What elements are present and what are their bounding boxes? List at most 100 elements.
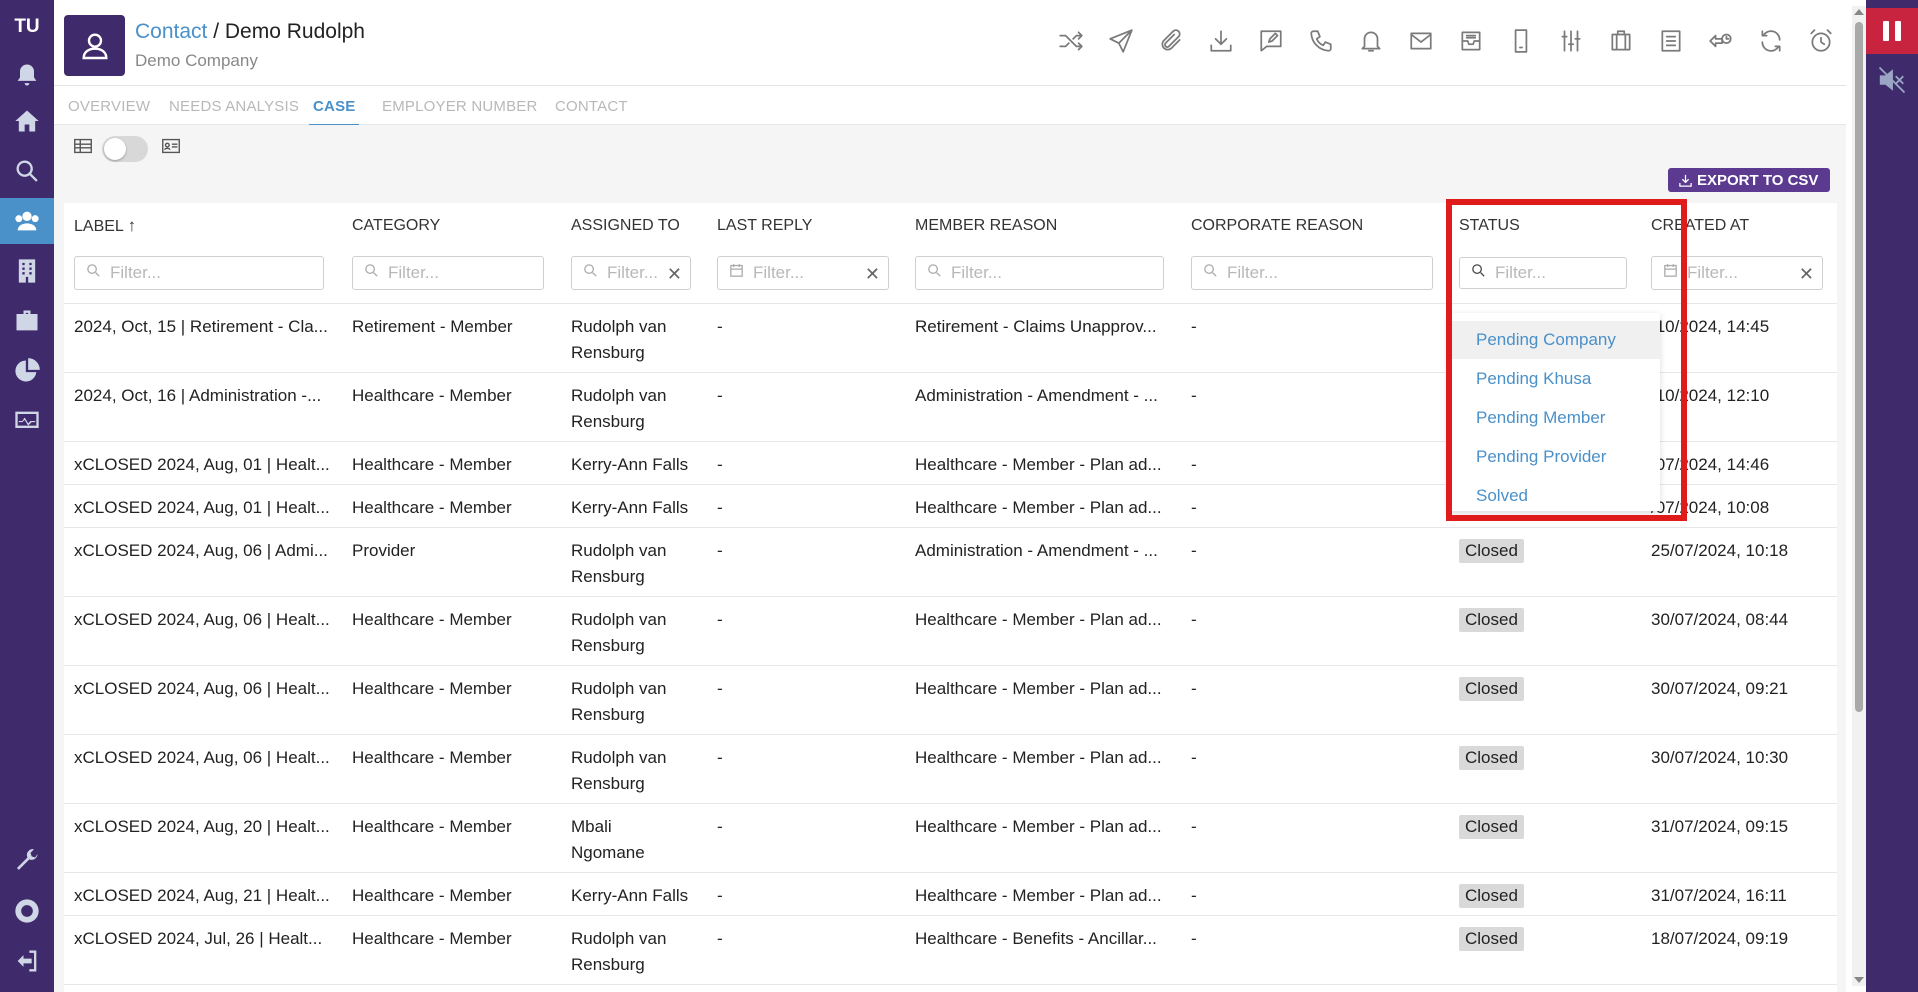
table-row[interactable]: xCLOSED 2024, Aug, 06 | Healt... Healthca…	[64, 735, 1837, 804]
logout-icon[interactable]	[0, 938, 54, 984]
last-reply-filter-input[interactable]	[753, 263, 853, 283]
assigned-name-line2: Rensburg	[571, 774, 645, 793]
reports-icon[interactable]	[0, 348, 54, 394]
case-category: Healthcare - Member	[352, 386, 512, 405]
case-corporate-reason: -	[1191, 317, 1197, 336]
alarm-icon[interactable]	[1796, 24, 1846, 58]
label-filter[interactable]	[74, 256, 324, 290]
case-label: xCLOSED 2024, Aug, 06 | Healt...	[74, 610, 330, 629]
card-view-icon[interactable]	[160, 135, 182, 162]
cases-icon[interactable]	[0, 298, 54, 344]
clear-icon[interactable]: ✕	[1799, 264, 1814, 285]
case-created-at: 31/07/2024, 09:15	[1651, 817, 1789, 836]
member-reason-filter-input[interactable]	[951, 263, 1163, 283]
table-view-icon[interactable]	[72, 135, 94, 162]
clear-icon[interactable]: ✕	[667, 264, 682, 285]
assigned-to-filter[interactable]: ✕	[571, 256, 691, 290]
table-row[interactable]: xCLOSED 2024, Aug, 06 | Admi... Provider R…	[64, 528, 1837, 597]
company-icon[interactable]	[0, 248, 54, 294]
breadcrumb-link-contact[interactable]: Contact	[135, 20, 207, 43]
column-header-created-at[interactable]: CREATED AT	[1651, 203, 1749, 248]
monitor-icon[interactable]	[0, 398, 54, 444]
view-switch[interactable]	[102, 135, 148, 162]
search-icon	[582, 262, 599, 284]
search-icon	[1202, 262, 1219, 284]
case-member-reason: Administration - Amendment - ...	[915, 386, 1158, 405]
case-corporate-reason: -	[1191, 610, 1197, 629]
export-csv-button[interactable]: EXPORT TO CSV	[1668, 168, 1831, 192]
status-option-pending-khusa[interactable]: Pending Khusa	[1448, 360, 1660, 398]
send-icon[interactable]	[1096, 24, 1146, 58]
assigned-name-line2: Rensburg	[571, 412, 645, 431]
clear-icon[interactable]: ✕	[865, 264, 880, 285]
column-header-assigned-to[interactable]: ASSIGNED TO	[571, 203, 680, 248]
created-at-filter-input[interactable]	[1687, 263, 1787, 283]
table-row[interactable]: xCLOSED 2024, Jul, 26 | Healt... Healthca…	[64, 916, 1837, 985]
home-icon[interactable]	[0, 98, 54, 144]
status-filter-input[interactable]	[1495, 263, 1626, 283]
column-header-status[interactable]: STATUS	[1459, 203, 1520, 248]
column-header-corporate-reason[interactable]: CORPORATE REASON	[1191, 203, 1363, 248]
table-row[interactable]: xCLOSED 2024, Aug, 21 | Healt... Healthca…	[64, 873, 1837, 916]
created-at-filter[interactable]: ✕	[1651, 256, 1823, 290]
tab-employer-number[interactable]: EMPLOYER NUMBER	[382, 98, 538, 124]
mobile-icon[interactable]	[1496, 24, 1546, 58]
status-option-solved[interactable]: Solved	[1448, 477, 1660, 515]
last-reply-filter[interactable]: ✕	[717, 256, 889, 290]
column-header-label[interactable]: LABEL ↑	[74, 203, 136, 248]
sort-asc-icon[interactable]: ↑	[128, 216, 137, 235]
download-icon[interactable]	[1196, 24, 1246, 58]
mute-icon[interactable]	[1866, 60, 1918, 100]
category-filter-input[interactable]	[388, 263, 543, 283]
attach-icon[interactable]	[1146, 24, 1196, 58]
contacts-icon[interactable]	[0, 198, 54, 244]
assigned-to-filter-input[interactable]	[607, 263, 657, 283]
notifications-icon[interactable]	[0, 52, 54, 98]
label-filter-input[interactable]	[110, 263, 323, 283]
settings-sliders-icon[interactable]	[1546, 24, 1596, 58]
case-member-reason: Healthcare - Member - Plan ad...	[915, 498, 1162, 517]
list-icon[interactable]	[1646, 24, 1696, 58]
case-corporate-reason: -	[1191, 386, 1197, 405]
pause-button[interactable]	[1866, 8, 1918, 54]
table-row[interactable]: xCLOSED 2024, Aug, 06 | Healt... Healthca…	[64, 597, 1837, 666]
assigned-name-line1: Rudolph van	[571, 929, 667, 948]
user-initials[interactable]: TU	[0, 16, 54, 38]
help-icon[interactable]	[0, 888, 54, 934]
tab-contact[interactable]: CONTACT	[555, 98, 628, 124]
tab-needs-analysis[interactable]: NEEDS ANALYSIS	[169, 98, 299, 124]
note-icon[interactable]	[1246, 24, 1296, 58]
category-filter[interactable]	[352, 256, 544, 290]
tools-icon[interactable]	[0, 838, 54, 884]
bell-icon[interactable]	[1346, 24, 1396, 58]
phone-icon[interactable]	[1296, 24, 1346, 58]
table-row[interactable]: xCLOSED 2024, Aug, 06 | Healt... Healthca…	[64, 666, 1837, 735]
case-label: 2024, Oct, 15 | Retirement - Cla...	[74, 317, 328, 336]
refresh-icon[interactable]	[1746, 24, 1796, 58]
status-option-pending-member[interactable]: Pending Member	[1448, 399, 1660, 437]
column-header-member-reason[interactable]: MEMBER REASON	[915, 203, 1057, 248]
callback-icon[interactable]	[1696, 24, 1746, 58]
corporate-reason-filter[interactable]	[1191, 256, 1433, 290]
mail-icon[interactable]	[1396, 24, 1446, 58]
case-created-at: 30/07/2024, 10:30	[1651, 748, 1789, 767]
corporate-reason-filter-input[interactable]	[1227, 263, 1432, 283]
status-filter[interactable]	[1459, 257, 1627, 289]
table-row[interactable]: xCLOSED 2024, Aug, 20 | Healt... Healthca…	[64, 804, 1837, 873]
tab-case[interactable]: CASE	[309, 98, 360, 126]
case-status: Closed	[1459, 745, 1524, 771]
inbox-icon[interactable]	[1446, 24, 1496, 58]
column-header-last-reply[interactable]: LAST REPLY	[717, 203, 812, 248]
assigned-name-line1: Rudolph van	[571, 748, 667, 767]
briefcase-icon[interactable]	[1596, 24, 1646, 58]
member-reason-filter[interactable]	[915, 256, 1164, 290]
tab-overview[interactable]: OVERVIEW	[68, 98, 150, 124]
breadcrumb: Contact / Demo Rudolph	[135, 20, 365, 44]
search-icon[interactable]	[0, 148, 54, 194]
page-scrollbar[interactable]	[1852, 6, 1866, 986]
status-option-pending-provider[interactable]: Pending Provider	[1448, 438, 1660, 476]
contact-avatar	[64, 15, 125, 76]
column-header-category[interactable]: CATEGORY	[352, 203, 440, 248]
status-option-pending-company[interactable]: Pending Company	[1448, 321, 1660, 359]
transfer-icon[interactable]	[1046, 24, 1096, 58]
